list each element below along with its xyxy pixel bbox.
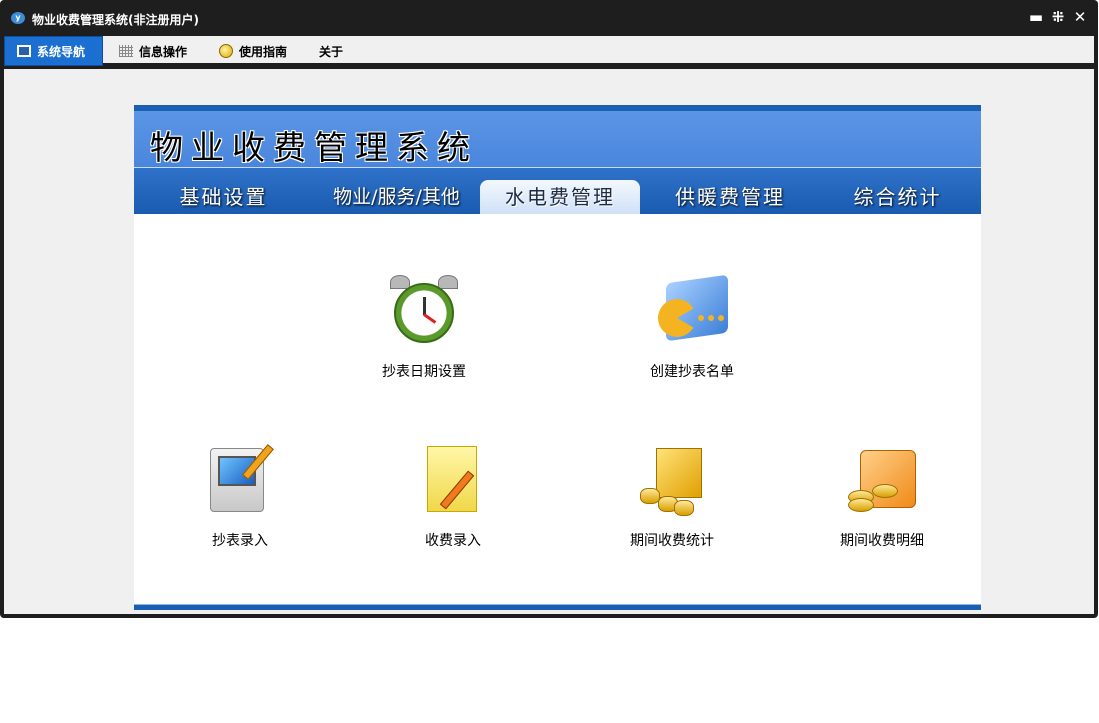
- tab-property-services[interactable]: 物业/服务/其他: [314, 180, 479, 214]
- grid-icon: [119, 45, 133, 57]
- tab-statistics[interactable]: 综合统计: [820, 180, 975, 214]
- func-label: 期间收费统计: [630, 533, 714, 549]
- func-label: 期间收费明细: [840, 533, 924, 549]
- notepad-pen-icon: [417, 444, 489, 520]
- alarm-clock-icon: [388, 275, 460, 351]
- computer-pen-icon: [204, 444, 276, 520]
- menu-tab-label: 信息操作: [139, 44, 188, 59]
- func-fee-entry[interactable]: 收费录入: [378, 444, 528, 550]
- func-meter-date-setting[interactable]: 抄表日期设置: [349, 275, 499, 381]
- window-controls: ▬ ⁜ ✕: [1028, 9, 1088, 25]
- menu-tab-label: 使用指南: [239, 44, 288, 59]
- client-area: 物业收费管理系统 基础设置 物业/服务/其他 水电费管理 供暖费管理 综合统计 …: [4, 69, 1094, 614]
- app-logo-icon: y: [11, 12, 25, 24]
- panel-bottom-border: [134, 604, 981, 610]
- func-create-meter-list[interactable]: 创建抄表名单: [617, 274, 767, 381]
- menu-tab-about[interactable]: 关于: [307, 36, 359, 66]
- close-icon[interactable]: ✕: [1072, 9, 1088, 25]
- coins-box-icon: [636, 444, 708, 520]
- func-meter-entry[interactable]: 抄表录入: [165, 444, 315, 550]
- func-label: 收费录入: [425, 533, 481, 549]
- tab-heating-fee[interactable]: 供暖费管理: [650, 180, 810, 214]
- navigation-panel: 物业收费管理系统 基础设置 物业/服务/其他 水电费管理 供暖费管理 综合统计 …: [134, 105, 981, 610]
- app-window: y 物业收费管理系统(非注册用户) ▬ ⁜ ✕ 系统导航 信息操作 使用指南 关…: [0, 0, 1098, 618]
- menu-tab-label: 系统导航: [37, 44, 86, 59]
- system-banner: 物业收费管理系统: [134, 111, 981, 168]
- tab-water-electric[interactable]: 水电费管理: [480, 180, 640, 214]
- func-period-fee-stats[interactable]: 期间收费统计: [597, 444, 747, 550]
- title-bar[interactable]: y 物业收费管理系统(非注册用户) ▬ ⁜ ✕: [0, 0, 1098, 36]
- pie-folder-icon: [656, 274, 728, 351]
- func-period-fee-detail[interactable]: 期间收费明细: [807, 444, 957, 550]
- module-nav-bar: 基础设置 物业/服务/其他 水电费管理 供暖费管理 综合统计: [134, 168, 981, 214]
- menu-bar: 系统导航 信息操作 使用指南 关于: [4, 36, 1094, 66]
- coins-folder-icon: [846, 444, 918, 520]
- window-title: 物业收费管理系统(非注册用户): [32, 13, 199, 27]
- monitor-icon: [17, 45, 31, 57]
- menu-tab-info-ops[interactable]: 信息操作: [107, 36, 207, 66]
- menu-tab-guide[interactable]: 使用指南: [207, 36, 307, 66]
- help-circle-icon: [219, 44, 233, 58]
- func-label: 抄表录入: [212, 533, 268, 549]
- func-label: 抄表日期设置: [382, 364, 466, 380]
- func-label: 创建抄表名单: [650, 364, 734, 380]
- menu-tab-system-nav[interactable]: 系统导航: [4, 36, 103, 66]
- tab-basic-settings[interactable]: 基础设置: [146, 180, 301, 214]
- restore-icon[interactable]: ⁜: [1050, 9, 1066, 25]
- menu-tab-label: 关于: [319, 44, 344, 59]
- minimize-icon[interactable]: ▬: [1028, 9, 1044, 25]
- system-title: 物业收费管理系统: [150, 128, 478, 167]
